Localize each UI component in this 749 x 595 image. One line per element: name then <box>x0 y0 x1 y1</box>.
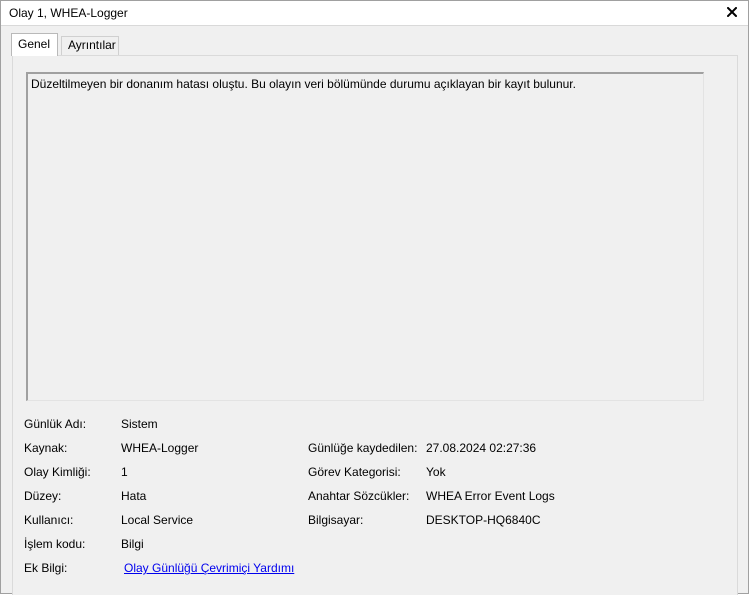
close-button[interactable] <box>724 4 740 20</box>
logged-value: 27.08.2024 02:27:36 <box>426 441 537 455</box>
online-help-link[interactable]: Olay Günlüğü Çevrimiçi Yardımı <box>124 561 294 575</box>
logged-label: Günlüğe kaydedilen: <box>308 441 418 455</box>
task-category-label: Görev Kategorisi: <box>308 465 401 479</box>
user-value: Local Service <box>121 513 194 527</box>
keywords-label: Anahtar Sözcükler: <box>308 489 410 503</box>
tab-general[interactable]: Genel <box>11 33 58 56</box>
level-label: Düzey: <box>24 489 62 503</box>
event-description-box[interactable]: Düzeltilmeyen bir donanım hatası oluştu.… <box>26 72 704 401</box>
opcode-value: Bilgi <box>121 537 144 551</box>
window-title: Olay 1, WHEA-Logger <box>9 6 128 20</box>
general-tab-panel: Düzeltilmeyen bir donanım hatası oluştu.… <box>12 55 738 595</box>
task-category-value: Yok <box>426 465 446 479</box>
event-properties-window: Olay 1, WHEA-Logger Genel Ayrıntılar Düz… <box>0 0 749 595</box>
title-bar: Olay 1, WHEA-Logger <box>1 1 748 26</box>
more-info-label: Ek Bilgi: <box>24 561 68 575</box>
user-label: Kullanıcı: <box>24 513 74 527</box>
log-name-value: Sistem <box>121 417 158 431</box>
event-id-label: Olay Kimliği: <box>24 465 91 479</box>
log-name-label: Günlük Adı: <box>24 417 87 431</box>
tab-details[interactable]: Ayrıntılar <box>61 36 119 55</box>
computer-label: Bilgisayar: <box>308 513 364 527</box>
close-icon <box>727 7 737 17</box>
event-id-value: 1 <box>121 465 128 479</box>
source-label: Kaynak: <box>24 441 68 455</box>
level-value: Hata <box>121 489 147 503</box>
computer-value: DESKTOP-HQ6840C <box>426 513 541 527</box>
keywords-value: WHEA Error Event Logs <box>426 489 555 503</box>
event-description: Düzeltilmeyen bir donanım hatası oluştu.… <box>31 77 576 91</box>
opcode-label: İşlem kodu: <box>24 537 86 551</box>
source-value: WHEA-Logger <box>121 441 199 455</box>
